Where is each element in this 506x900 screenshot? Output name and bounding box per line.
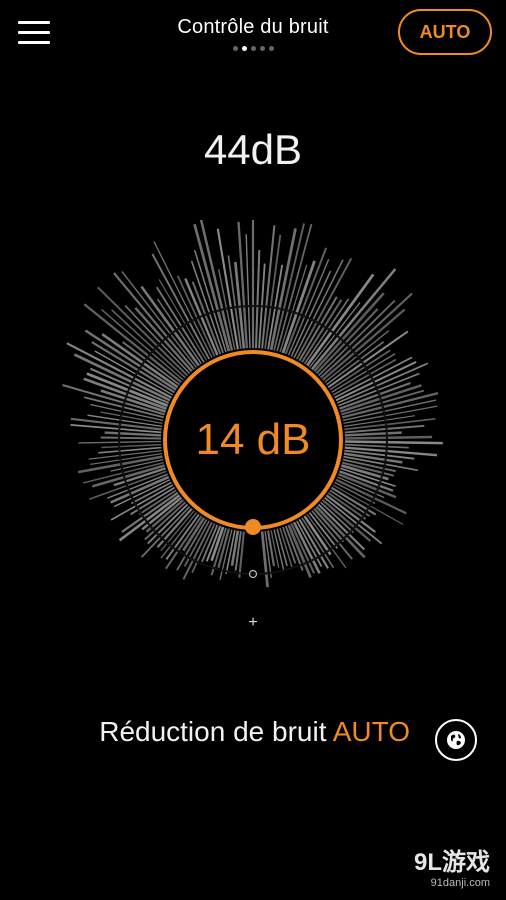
noise-spike [313,292,385,373]
noise-spike [344,431,402,437]
noise-spike [100,436,162,440]
ambient-noise-level: 44dB [203,126,303,173]
dial-value: 14 dB [195,415,311,464]
noise-spike [284,247,328,355]
noise-spike [344,443,409,449]
noise-spike [254,249,261,349]
page-dot [268,46,274,51]
dial-plus-marker: + [248,614,257,631]
noise-spike [317,299,396,377]
noise-spike [344,440,443,445]
auto-button[interactable]: AUTO [398,9,492,55]
noise-spike [344,435,433,440]
watermark-url: 91danji.com [430,877,490,889]
noise-reduction-label: Réduction de bruit AUTO [0,716,410,748]
noise-reduction-text: Réduction de bruit [99,716,327,747]
watermark-brand: 9L游戏 [413,849,490,876]
noise-reduction-mode: AUTO [332,716,410,747]
globe-icon [447,731,465,749]
dial-handle[interactable] [245,519,261,535]
page-dot [259,46,265,51]
noise-spike [344,424,425,434]
language-button[interactable] [435,719,477,761]
page-dot [232,46,238,51]
watermark: 9L游戏 91danji.com [414,850,490,890]
page-dot-active [241,46,247,51]
page-dot [250,46,256,51]
